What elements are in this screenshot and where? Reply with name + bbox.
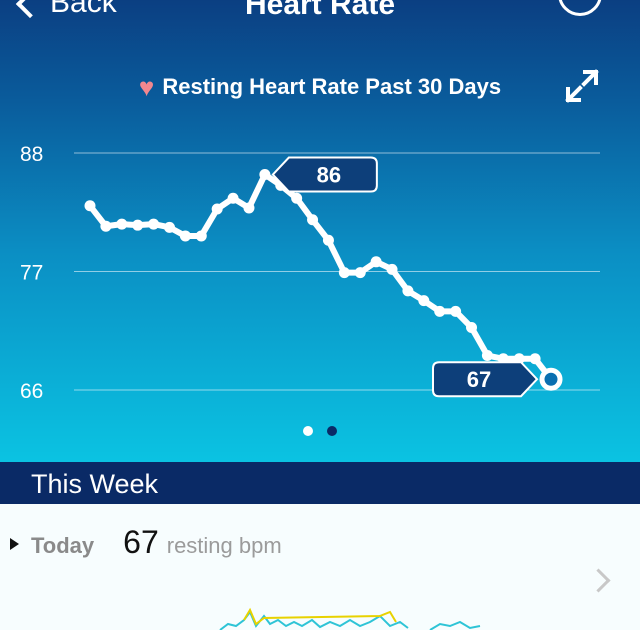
- sparkline-yellow: [243, 607, 397, 626]
- data-point: [307, 214, 319, 226]
- data-point: [259, 169, 271, 181]
- today-row[interactable]: Today 67 resting bpm: [10, 524, 282, 564]
- data-point: [338, 267, 350, 279]
- data-point: [434, 305, 446, 317]
- data-point: [291, 192, 303, 204]
- sparkline-teal-2: [429, 620, 481, 630]
- data-point: [481, 350, 493, 362]
- data-point: [195, 230, 207, 242]
- page-dot[interactable]: [303, 426, 313, 436]
- data-point: [418, 295, 430, 307]
- y-tick-label: 77: [20, 262, 43, 285]
- data-point: [179, 230, 191, 242]
- play-triangle-icon: [10, 538, 19, 550]
- heart-rate-screen: Back Heart Rate ♥ Resting Heart Rate Past…: [0, 0, 640, 630]
- value-callout-label: 67: [467, 367, 491, 392]
- this-week-header: This Week: [0, 462, 640, 504]
- data-point: [227, 192, 239, 204]
- data-point: [116, 218, 128, 230]
- value-callout-label: 86: [317, 163, 341, 188]
- data-point: [84, 200, 96, 212]
- data-point: [243, 202, 255, 214]
- data-point: [354, 267, 366, 279]
- data-point: [322, 234, 334, 246]
- resting-bpm-value: 67: [123, 524, 159, 560]
- resting-heart-rate-chart: 88 77 66 86 67: [20, 143, 600, 403]
- data-point: [386, 263, 398, 275]
- current-data-point: [539, 367, 563, 391]
- data-point: [402, 285, 414, 297]
- y-tick-label: 66: [20, 380, 43, 403]
- resting-bpm-unit: resting bpm: [166, 533, 282, 558]
- series-line: [87, 171, 554, 383]
- data-point: [370, 256, 382, 268]
- data-point: [529, 353, 541, 365]
- this-week-heading: This Week: [31, 469, 159, 499]
- data-point: [450, 305, 462, 317]
- data-point: [163, 221, 175, 233]
- data-point: [148, 218, 160, 230]
- data-point: [466, 322, 478, 334]
- today-label: Today: [31, 533, 95, 558]
- data-point: [132, 219, 144, 231]
- data-point: [211, 203, 223, 215]
- data-point: [100, 220, 112, 232]
- daily-heart-rate-sparkline: [219, 607, 481, 630]
- chart-panel: Back Heart Rate ♥ Resting Heart Rate Past…: [0, 0, 640, 462]
- y-tick-label: 88: [20, 143, 43, 166]
- page-dot[interactable]: [327, 426, 337, 436]
